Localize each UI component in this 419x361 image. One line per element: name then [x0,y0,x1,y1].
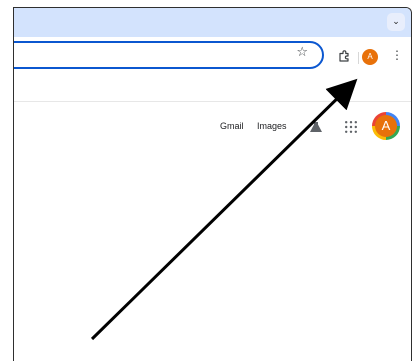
google-account-avatar[interactable]: A [372,112,400,140]
grid-icon[interactable] [344,120,358,134]
browser-toolbar: ☆ A ⋮ [14,37,411,76]
chevron-down-icon: ⌄ [392,17,400,27]
browser-menu-button[interactable]: ⋮ [391,47,403,63]
images-link[interactable]: Images [257,120,287,132]
star-icon[interactable]: ☆ [296,45,308,60]
extensions-button[interactable] [335,47,353,65]
tab-strip: ⌄ [14,8,411,37]
tab-search-button[interactable]: ⌄ [387,13,405,31]
profile-button[interactable]: A [362,49,378,65]
gmail-link[interactable]: Gmail [220,120,244,132]
vertical-dots-icon: ⋮ [391,48,403,62]
screenshot-stage: ⌄ ☆ A ⋮ Gmail Images A [0,0,419,361]
puzzle-icon [339,50,349,62]
avatar: A [375,115,397,137]
avatar-initial: A [381,118,391,133]
browser-window: ⌄ ☆ A ⋮ Gmail Images A [13,7,412,361]
flask-icon[interactable] [308,121,324,133]
address-bar[interactable]: ☆ [14,41,324,69]
google-homepage: Gmail Images A [14,102,411,361]
bookmarks-bar [14,76,411,102]
profile-initial: A [367,52,373,61]
toolbar-divider [358,52,359,64]
